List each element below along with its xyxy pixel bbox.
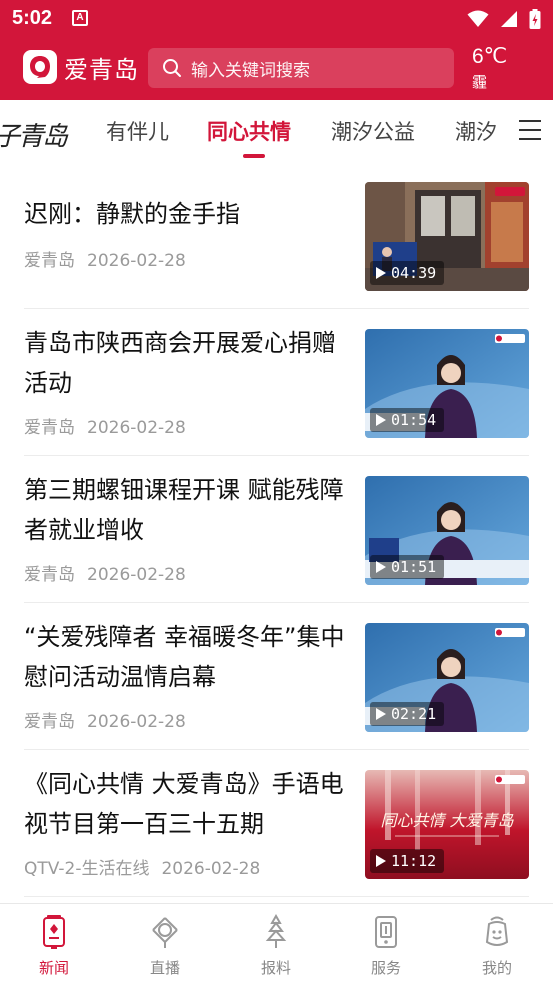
duration-text: 04:39: [391, 264, 437, 282]
nav-report[interactable]: 报料: [246, 913, 306, 978]
news-meta: 爱青岛 2026-02-28: [24, 560, 186, 585]
play-icon: [376, 561, 386, 573]
news-item[interactable]: 《同心共情 大爱青岛》手语电视节目第一百三十五期 QTV-2-生活在线 2026-…: [24, 750, 529, 897]
search-icon: [163, 59, 181, 77]
status-time: 5:02: [12, 7, 53, 29]
status-bar: 5:02 A: [0, 0, 553, 38]
news-thumbnail[interactable]: 01:54: [365, 329, 529, 438]
video-duration: 01:51: [370, 555, 445, 579]
nav-news[interactable]: 新闻: [24, 914, 84, 978]
news-item[interactable]: 迟刚：静默的金手指 爱青岛 2026-02-28 04:39: [24, 162, 529, 309]
search-bar[interactable]: 输入关键词搜索: [148, 48, 454, 88]
nav-live[interactable]: 直播: [135, 914, 195, 978]
news-source: 爱青岛: [24, 565, 75, 585]
app-name: 爱青岛: [64, 55, 139, 84]
play-icon: [376, 708, 386, 720]
live-icon: [152, 917, 178, 948]
nav-service[interactable]: 服务: [356, 914, 416, 978]
news-thumbnail[interactable]: 04:39: [365, 182, 529, 291]
tab-tongxin-gongqing[interactable]: 同心共情: [207, 116, 291, 146]
news-source: 爱青岛: [24, 418, 75, 438]
video-duration: 11:12: [370, 849, 445, 873]
play-icon: [376, 414, 386, 426]
weather-condition: 霾: [472, 73, 488, 91]
news-icon: [43, 915, 65, 949]
news-date: 2026-02-28: [161, 859, 261, 879]
channel-menu-icon[interactable]: [519, 120, 541, 140]
news-meta: QTV-2-生活在线 2026-02-28: [24, 854, 260, 879]
nav-profile[interactable]: 我的: [467, 914, 527, 978]
service-icon: [375, 916, 397, 948]
nav-label-report: 报料: [260, 959, 291, 977]
news-item[interactable]: 第三期螺钿课程开课 赋能残障者就业增收 爱青岛 2026-02-28 01:51: [24, 456, 529, 603]
thumbnail-show-title: 同心共情 大爱青岛: [380, 811, 514, 830]
nav-label-service: 服务: [370, 959, 401, 977]
news-date: 2026-02-28: [87, 251, 186, 271]
play-icon: [376, 267, 386, 279]
duration-text: 11:12: [391, 852, 437, 870]
news-source: 爱青岛: [24, 712, 75, 732]
top-header: 5:02 A 爱青岛 输入关键词搜索 6℃ 霾: [0, 0, 553, 100]
duration-text: 01:54: [391, 411, 437, 429]
battery-icon: [529, 8, 541, 29]
news-title: 《同心共情 大爱青岛》手语电视节目第一百三十五期: [24, 770, 344, 838]
news-meta: 爱青岛 2026-02-28: [24, 707, 186, 732]
active-tab-indicator: [243, 154, 265, 158]
channel-logo-partial[interactable]: 子青岛: [0, 116, 68, 153]
bottom-nav: 新闻 直播 报料 服务 我的: [0, 903, 553, 984]
news-meta: 爱青岛 2026-02-28: [24, 413, 186, 438]
app-bar: 爱青岛 输入关键词搜索 6℃ 霾: [0, 38, 553, 100]
logo-mark-icon: [23, 50, 57, 84]
news-date: 2026-02-28: [87, 565, 186, 585]
news-title: 迟刚：静默的金手指: [24, 200, 240, 228]
news-thumbnail[interactable]: 同心共情 大爱青岛 11:12: [365, 770, 529, 879]
news-title: “关爱残障者 幸福暖冬年”集中慰问活动温情启幕: [24, 623, 345, 691]
news-meta: 爱青岛 2026-02-28: [24, 246, 186, 271]
duration-text: 01:51: [391, 558, 437, 576]
news-date: 2026-02-28: [87, 418, 186, 438]
search-placeholder: 输入关键词搜索: [191, 60, 310, 81]
channel-tabs: 子青岛 有伴儿 同心共情 潮汐公益 潮汐: [0, 100, 553, 162]
status-icons: [461, 8, 541, 30]
news-source: 爱青岛: [24, 251, 75, 271]
news-source: QTV-2-生活在线: [24, 859, 150, 879]
app-logo[interactable]: 爱青岛: [23, 50, 139, 84]
news-title: 青岛市陕西商会开展爱心捐赠活动: [24, 329, 336, 397]
duration-text: 02:21: [391, 705, 437, 723]
weather-temperature: 6℃: [472, 45, 508, 68]
news-item[interactable]: “关爱残障者 幸福暖冬年”集中慰问活动温情启幕 爱青岛 2026-02-28 02…: [24, 603, 529, 750]
report-icon: [265, 913, 287, 948]
nav-label-live: 直播: [149, 959, 180, 977]
tab-chaoxi-gongyi[interactable]: 潮汐公益: [331, 116, 415, 146]
news-thumbnail[interactable]: 02:21: [365, 623, 529, 732]
wifi-icon: [467, 10, 489, 27]
tab-chaoxi[interactable]: 潮汐: [455, 116, 497, 146]
weather-widget[interactable]: 6℃ 霾: [472, 44, 507, 92]
video-duration: 01:54: [370, 408, 445, 432]
notification-icon: A: [72, 10, 88, 26]
nav-label-news: 新闻: [38, 959, 69, 977]
nav-label-profile: 我的: [481, 959, 512, 977]
news-thumbnail[interactable]: 01:51: [365, 476, 529, 585]
news-item[interactable]: 青岛市陕西商会开展爱心捐赠活动 爱青岛 2026-02-28 01:54: [24, 309, 529, 456]
signal-icon: [500, 10, 517, 27]
profile-icon: [485, 916, 509, 946]
news-title: 第三期螺钿课程开课 赋能残障者就业增收: [24, 476, 344, 544]
play-icon: [376, 855, 386, 867]
news-date: 2026-02-28: [87, 712, 186, 732]
tab-youbaner[interactable]: 有伴儿: [106, 116, 169, 146]
video-duration: 04:39: [370, 261, 445, 285]
video-duration: 02:21: [370, 702, 445, 726]
